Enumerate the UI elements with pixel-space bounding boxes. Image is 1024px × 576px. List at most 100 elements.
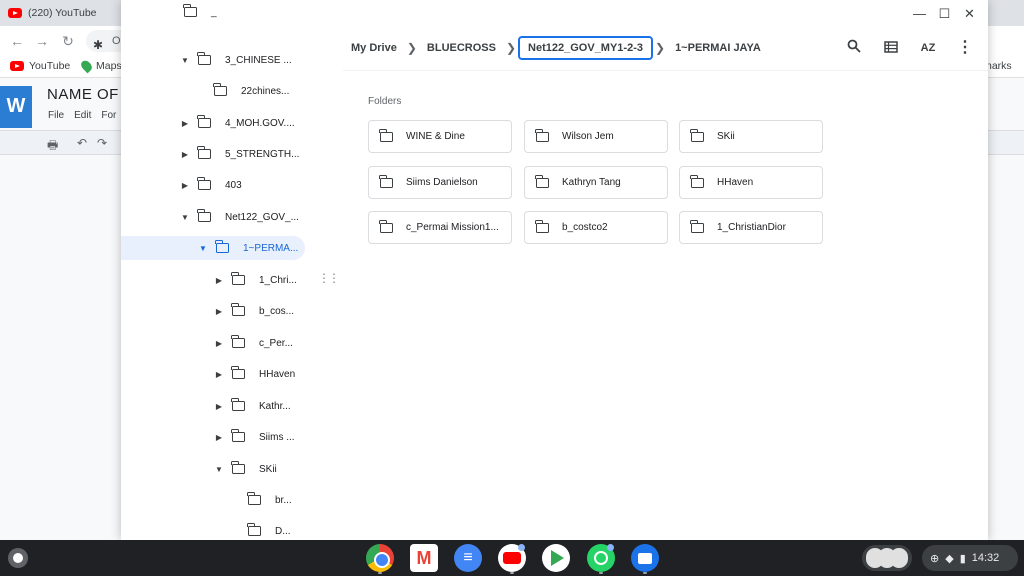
shelf: ⊕ ◆ ▮ 14:32	[0, 540, 1024, 576]
folder-card[interactable]: b_costco2	[524, 211, 668, 244]
reload-icon[interactable]: ↻	[59, 32, 77, 50]
expand-arrow-icon[interactable]: ▼	[213, 465, 225, 474]
folder-name: 1_ChristianDior	[717, 222, 786, 233]
browser-tab[interactable]: (220) YouTube	[8, 4, 97, 22]
tree-item[interactable]: ▶ Kathr...	[213, 394, 291, 418]
folder-name: WINE & Dine	[406, 131, 465, 142]
tree-item[interactable]: ▶ 4_MOH.GOV....	[179, 111, 295, 135]
expand-arrow-icon[interactable]: ▼	[197, 244, 209, 253]
collapse-arrow-icon[interactable]: ▶	[179, 150, 191, 159]
folder-icon	[247, 523, 261, 536]
folder-icon	[197, 177, 211, 190]
folder-card[interactable]: c_Permai Mission1...	[368, 211, 512, 244]
expand-arrow-icon[interactable]: ▼	[179, 213, 191, 222]
menu-format[interactable]: For	[101, 110, 116, 121]
files-icon[interactable]	[631, 544, 659, 572]
folder-card[interactable]: Kathryn Tang	[524, 166, 668, 199]
folder-icon	[183, 4, 197, 17]
tree-item-label: c_Per...	[259, 337, 293, 349]
folder-icon	[231, 398, 245, 411]
panel-splitter-handle[interactable]: ⋮⋮	[318, 272, 340, 284]
menu-edit[interactable]: Edit	[74, 110, 91, 121]
search-icon[interactable]	[843, 37, 865, 59]
collapse-arrow-icon[interactable]: ▶	[213, 339, 225, 348]
redo-icon[interactable]: ↷	[97, 136, 107, 150]
tree-item[interactable]: 22chines...	[207, 79, 289, 103]
expand-arrow-icon[interactable]: ▼	[179, 56, 191, 65]
list-view-icon[interactable]	[880, 37, 902, 59]
tree-item[interactable]: D...	[241, 519, 291, 540]
forward-arrow-icon[interactable]: →	[33, 32, 51, 50]
running-indicator	[378, 572, 382, 574]
tree-item[interactable]: ▶ c_Per...	[213, 331, 293, 355]
tree-item-partial[interactable]: _	[177, 4, 217, 20]
folder-icon	[690, 128, 704, 142]
folder-card[interactable]: Wilson Jem	[524, 120, 668, 153]
folder-card[interactable]: Siims Danielson	[368, 166, 512, 199]
folder-icon	[247, 492, 261, 505]
collapse-arrow-icon[interactable]: ▶	[179, 119, 191, 128]
tree-item[interactable]: ▶ HHaven	[213, 362, 295, 386]
tree-item[interactable]: ▼ 3_CHINESE ...	[179, 48, 292, 72]
breadcrumb-current: 1~PERMAI JAYA	[675, 42, 761, 54]
collapse-arrow-icon[interactable]: ▶	[213, 402, 225, 411]
tree-item[interactable]: ▶ Siims ...	[213, 425, 295, 449]
collapse-arrow-icon[interactable]: ▶	[213, 370, 225, 379]
notification-badge	[607, 544, 614, 551]
address-text: O	[112, 35, 121, 47]
collapse-arrow-icon[interactable]: ▶	[213, 433, 225, 442]
files-app-window: — ☐ ✕ _ ▼ 3_CHINESE ... 22chines... ▶ 4_…	[121, 0, 988, 540]
undo-icon[interactable]: ↶	[77, 136, 87, 150]
tree-item[interactable]: ▼ Net122_GOV_...	[179, 205, 299, 229]
status-tray[interactable]: ⊕ ◆ ▮ 14:32	[922, 545, 1018, 571]
folder-icon	[379, 219, 393, 233]
folder-card[interactable]: HHaven	[679, 166, 823, 199]
tree-item[interactable]: ▶ 1_Chri...	[213, 268, 297, 292]
clock: 14:32	[971, 552, 1000, 564]
chrome-icon[interactable]	[366, 544, 394, 572]
folder-card[interactable]: 1_ChristianDior	[679, 211, 823, 244]
more-vert-icon[interactable]: ⋮	[954, 37, 976, 59]
folder-icon	[231, 272, 245, 285]
sort-az-icon[interactable]: AZ	[917, 37, 939, 59]
notification-badge	[518, 544, 525, 551]
docs-icon[interactable]	[454, 544, 482, 572]
menu-file[interactable]: File	[48, 110, 64, 121]
tree-item[interactable]: ▶ 5_STRENGTH...	[179, 142, 299, 166]
breadcrumb-net122[interactable]: Net122_GOV_MY1-2-3	[518, 36, 653, 60]
tree-item[interactable]: ▶ 403	[179, 173, 242, 197]
collapse-arrow-icon[interactable]: ▶	[213, 307, 225, 316]
play-store-icon[interactable]	[542, 544, 570, 572]
thumbnail	[890, 548, 908, 568]
youtube-icon	[10, 61, 24, 71]
folder-icon	[535, 174, 549, 188]
print-icon[interactable]: 🖶	[47, 136, 58, 157]
folder-card[interactable]: SKii	[679, 120, 823, 153]
launcher-icon[interactable]	[8, 548, 28, 568]
gmail-icon[interactable]	[410, 544, 438, 572]
tree-item-label: Kathr...	[259, 400, 291, 412]
tree-item[interactable]: ▼ SKii	[213, 457, 277, 481]
tree-item-label: br...	[275, 494, 292, 506]
tree-item-label: SKii	[259, 463, 277, 475]
bookmark-maps[interactable]: Maps	[79, 58, 122, 74]
folder-icon	[379, 174, 393, 188]
battery-icon: ▮	[959, 552, 966, 565]
folder-icon	[535, 128, 549, 142]
tree-item-selected[interactable]: ▼ 1~PERMA...	[121, 236, 305, 260]
collapse-arrow-icon[interactable]: ▶	[179, 181, 191, 190]
tree-item[interactable]: ▶ b_cos...	[213, 299, 294, 323]
holding-space-tray[interactable]	[862, 545, 912, 571]
folder-icon	[197, 146, 211, 159]
tree-item-label: 3_CHINESE ...	[225, 54, 292, 66]
back-arrow-icon[interactable]: ←	[8, 32, 26, 50]
breadcrumb-bluecross[interactable]: BLUECROSS	[419, 36, 504, 60]
folder-icon	[231, 461, 245, 474]
tree-item[interactable]: br...	[241, 488, 292, 512]
folder-card[interactable]: WINE & Dine	[368, 120, 512, 153]
folder-name: b_costco2	[562, 222, 608, 233]
breadcrumb-my-drive[interactable]: My Drive	[343, 36, 405, 60]
collapse-arrow-icon[interactable]: ▶	[213, 276, 225, 285]
bookmark-label: YouTube	[29, 60, 71, 72]
bookmark-youtube[interactable]: YouTube	[10, 60, 70, 72]
